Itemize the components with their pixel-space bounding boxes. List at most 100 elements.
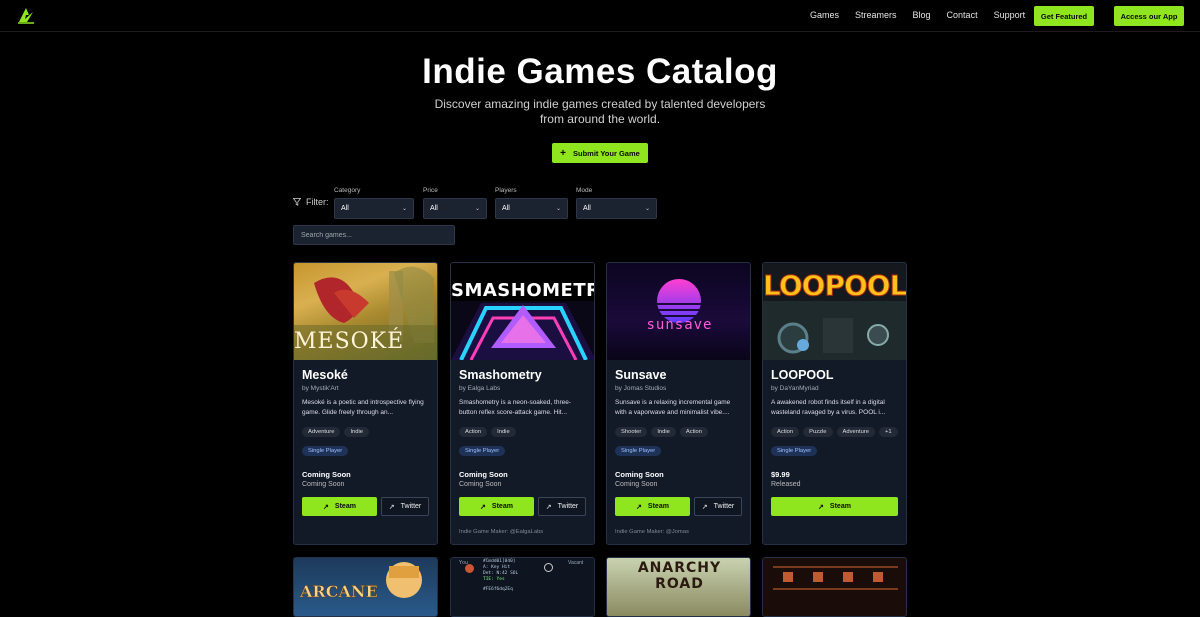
chevron-down-icon: ⌄ [555,206,561,212]
game-status: Coming Soon [459,481,502,488]
external-link-icon: ↗ [480,503,486,511]
game-card[interactable] [762,557,907,617]
game-cover-image[interactable]: MESOKÉ [294,263,437,360]
nav-link-contact[interactable]: Contact [947,10,978,20]
tag-badge: Shooter [615,427,648,437]
steam-label: Steam [491,503,513,510]
filter-label-text: Filter: [306,197,329,207]
category-select[interactable]: All ⌄ [334,198,414,219]
category-select-value: All [341,205,349,212]
game-developer: by DaYanMyriad [771,385,819,392]
game-status: Coming Soon [302,481,345,488]
external-link-icon: ↗ [636,503,642,511]
mode-select-value: All [583,205,591,212]
price-filter-label: Price [423,187,438,194]
twitter-label: Twitter [713,503,735,510]
game-title[interactable]: Sunsave [615,368,666,382]
players-select[interactable]: All ⌄ [495,198,568,219]
nav-link-support[interactable]: Support [994,10,1026,20]
tag-more-badge: +1 [878,427,898,437]
tag-badge: Indie [651,427,676,437]
game-price: Coming Soon [615,470,664,479]
mode-select[interactable]: All ⌄ [576,198,657,219]
cover-text: ANARCHY [637,560,722,576]
steam-label: Steam [334,503,356,510]
mode-badge: Single Player [771,446,818,456]
mode-filter: Mode All ⌄ [576,187,657,219]
vs-log-line: #FE6f6dq2Eq [483,587,513,592]
tag-badge: Indie [491,427,516,437]
sunsave-art [657,279,701,323]
tag-list: Action Indie [459,427,516,437]
price-select[interactable]: All ⌄ [423,198,487,219]
nav-link-streamers[interactable]: Streamers [855,10,897,20]
game-developer: by Jomas Studios [615,385,667,392]
access-app-button[interactable]: Access our App [1114,6,1184,26]
mode-badge: Single Player [459,446,506,456]
twitter-button[interactable]: ↗ Twitter [381,497,429,516]
players-filter-label: Players [495,187,517,194]
game-cover-image[interactable]: SMASHOMETR [451,263,594,360]
page-subtitle: Discover amazing indie games created by … [434,97,766,126]
category-filter-label: Category [334,187,361,194]
nav-links: Games Streamers Blog Contact Support [810,10,1041,20]
pixel-dungeon-art [773,566,898,590]
tag-list: Shooter Indie Action [615,427,709,437]
game-cover-image[interactable]: sunsave [607,263,750,360]
steam-button[interactable]: ↗ Steam [302,497,377,516]
submit-game-button[interactable]: + Submit Your Game [552,143,648,163]
game-card[interactable]: You #Cmdd01[040] A: Key Hit Det: N:42 SO… [450,557,595,617]
filter-icon [293,198,301,206]
steam-button[interactable]: ↗ Steam [771,497,898,516]
game-maker[interactable]: Indie Game Maker: @EalgaLabs [459,529,543,535]
vs-vacant-label: Vacant [568,560,584,566]
game-title[interactable]: Smashometry [459,368,542,382]
page-title: Indie Games Catalog [422,52,778,91]
vs-log: #Cmdd01[040] A: Key Hit Det: N:42 SOL TI… [483,559,518,593]
game-card[interactable]: ARCANE [293,557,438,617]
twitter-button[interactable]: ↗ Twitter [538,497,586,516]
tag-badge: Action [679,427,709,437]
game-card[interactable]: sunsave Sunsave by Jomas Studios Sunsave… [606,262,751,545]
game-price: Coming Soon [459,470,508,479]
steam-button[interactable]: ↗ Steam [459,497,534,516]
game-title[interactable]: LOOPOOL [771,368,834,382]
filter-label: Filter: [293,197,329,207]
players-select-value: All [502,205,510,212]
chevron-down-icon: ⌄ [401,206,407,212]
price-filter: Price All ⌄ [423,187,487,219]
game-card[interactable]: ANARCHY ROAD [606,557,751,617]
chevron-down-icon: ⌄ [474,206,480,212]
game-cover-image[interactable]: LOOPOOL [763,263,906,360]
game-title[interactable]: Mesoké [302,368,348,382]
external-link-icon: ↗ [323,503,329,511]
game-card[interactable]: SMASHOMETR Smashometry by Ealga Labs Sma… [450,262,595,545]
twitter-button[interactable]: ↗ Twitter [694,497,742,516]
twitter-label: Twitter [557,503,579,510]
steam-label: Steam [829,503,851,510]
get-featured-button[interactable]: Get Featured [1034,6,1094,26]
game-developer: by Ealga Labs [459,385,501,392]
tag-badge: Action [771,427,800,437]
steam-label: Steam [647,503,669,510]
external-link-icon: ↗ [545,503,552,511]
tag-badge: Adventure [836,427,875,437]
search-input[interactable] [293,225,455,245]
game-card[interactable]: MESOKÉ Mesoké by Mystik'Art Mesoké is a … [293,262,438,545]
chevron-down-icon: ⌄ [644,206,650,212]
category-filter: Category All ⌄ [334,187,414,219]
cover-text: ARCANE [300,582,378,602]
mode-badge: Single Player [615,446,662,456]
nav-link-games[interactable]: Games [810,10,839,20]
brand-logo-icon[interactable] [17,6,35,24]
game-status: Released [771,481,801,488]
tag-list: Action Puzzle Adventure +1 [771,427,898,437]
nav-link-blog[interactable]: Blog [913,10,931,20]
game-card[interactable]: LOOPOOL LOOPOOL by DaYanMyriad A awakene… [762,262,907,545]
game-price: $9.99 [771,470,790,479]
external-link-icon: ↗ [701,503,708,511]
game-maker[interactable]: Indie Game Maker: @Jomas [615,529,689,535]
game-description: Mesoké is a poetic and introspective fly… [302,399,424,416]
external-link-icon: ↗ [818,503,824,511]
steam-button[interactable]: ↗ Steam [615,497,690,516]
